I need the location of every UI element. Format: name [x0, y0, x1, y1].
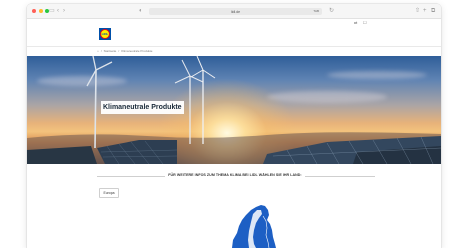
europe-map[interactable] — [27, 4, 441, 248]
browser-window: ▭ ‹ › ◐ lidl.de TAB ↻ ⇧ + ⧉ ⇄ ☐ LIDL ⌂ /… — [27, 4, 441, 248]
